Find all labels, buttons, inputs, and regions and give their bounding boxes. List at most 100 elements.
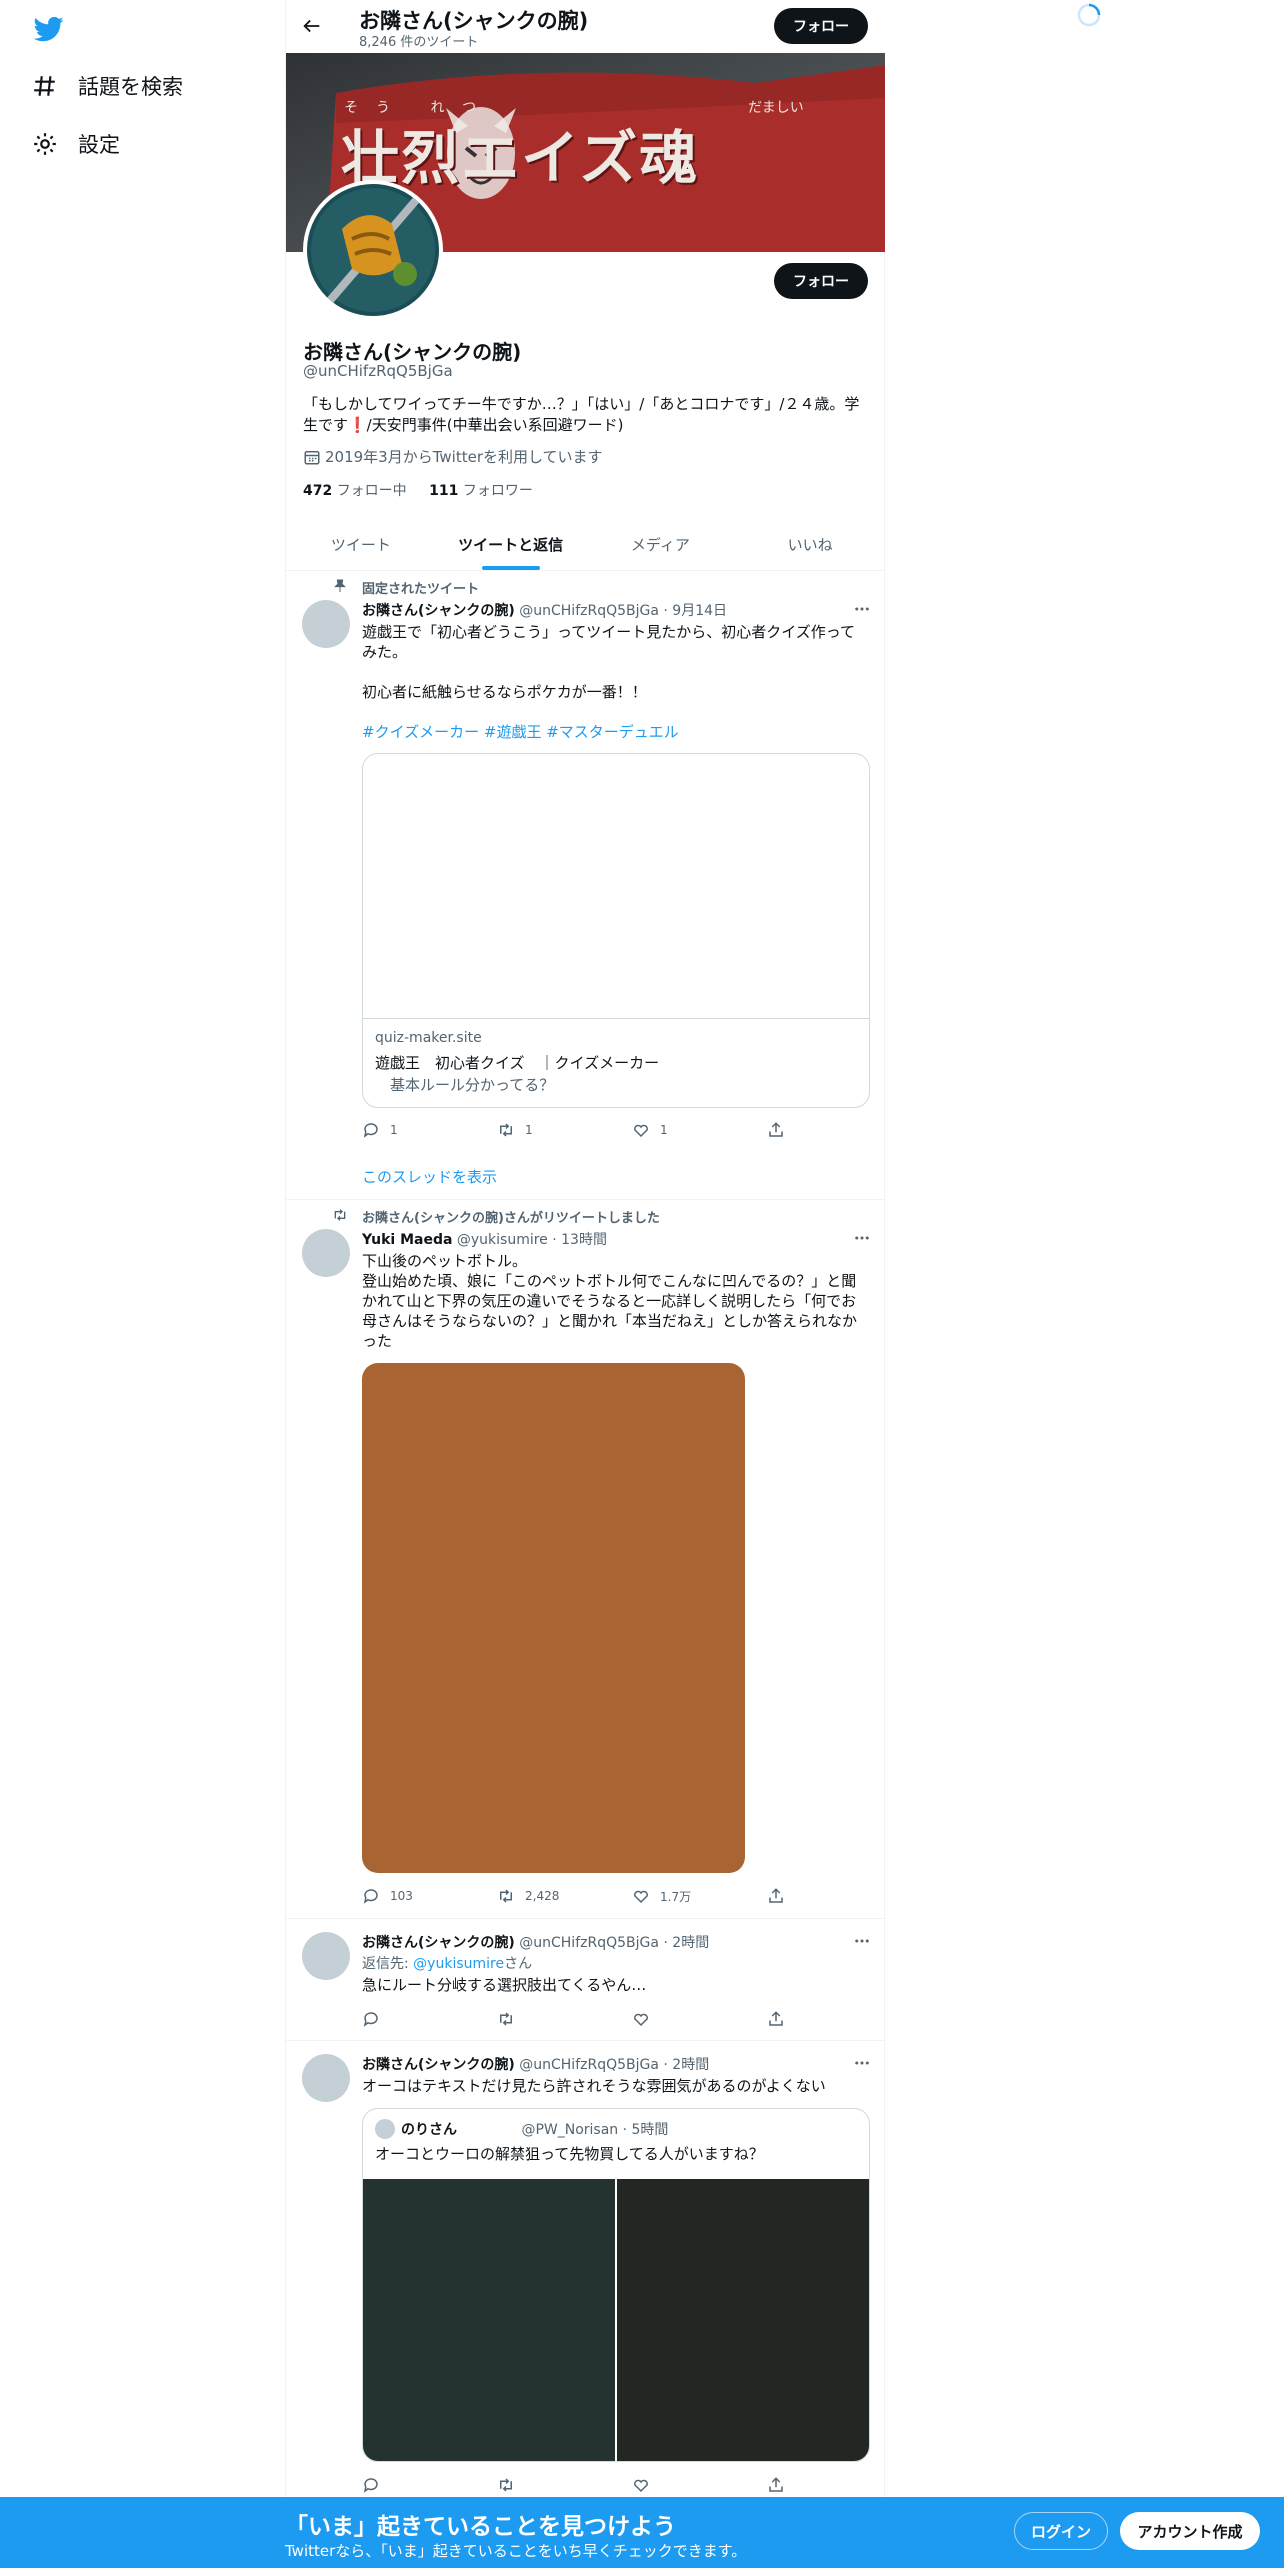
tab-likes[interactable]: いいね [735,518,885,570]
tweet-author-handle[interactable]: @yukisumire [457,1232,548,1248]
retweet-button[interactable] [497,2010,525,2028]
card-description: 基本ルール分かってる？ [375,1076,555,1094]
signup-button[interactable]: アカウント作成 [1120,2512,1260,2550]
tweet-header: お隣さん(シャンクの腕) @unCHifzRqQ5BjGa · 9月14日 [362,600,727,620]
tab-tweets[interactable]: ツイート [286,518,436,570]
quoted-header: のりさん @PW_Norisan · 5時間 [401,2119,668,2139]
tweet-text: 遊戯王で「初心者どうこう」ってツイート見たから、初心者クイズ作ってみた。 [362,623,856,661]
retweet-context[interactable]: お隣さん(シャンクの腕)さんがリツイートしました [362,1207,660,1226]
like-button[interactable] [632,2476,660,2494]
signup-prompt-title: 「いま」起きていることを見つけよう [285,2514,676,2540]
tweet-author-handle[interactable]: @unCHifzRqQ5BjGa [519,2057,659,2073]
tweet-author-name[interactable]: お隣さん(シャンクの腕) [362,1935,515,1951]
retweet-button[interactable]: 1 [497,1121,533,1139]
more-options-icon[interactable] [853,1932,871,1950]
tweet-time[interactable]: · 2時間 [663,1935,709,1951]
quoted-text: オーコとウーロの解禁狙って先物買してる人がいますね？ [375,2145,764,2163]
tweet-time[interactable]: · 2時間 [663,2057,709,2073]
header-follow-button[interactable]: フォロー [774,8,868,44]
share-button[interactable] [767,2010,795,2028]
tweet-pinned[interactable]: 固定されたツイート お隣さん(シャンクの腕) @unCHifzRqQ5BjGa … [286,572,885,1200]
profile-header-bar: お隣さん(シャンクの腕) 8,246 件のツイート フォロー [286,0,885,53]
tweet-header: お隣さん(シャンクの腕) @unCHifzRqQ5BjGa · 2時間 [362,1932,709,1952]
reply-button[interactable] [362,2476,390,2494]
reply-icon [363,1123,378,1138]
retweet-icon [500,1889,512,1903]
share-icon [769,2477,783,2492]
tweet-time[interactable]: · 13時間 [552,1232,607,1248]
tweet-author-name[interactable]: お隣さん(シャンクの腕) [362,2057,515,2073]
retweet-button[interactable]: 2,428 [497,1887,559,1905]
more-options-icon[interactable] [853,2054,871,2072]
twitter-logo-icon[interactable] [32,14,66,44]
like-button[interactable] [632,2010,660,2028]
tweet-time[interactable]: · 9月14日 [663,603,727,619]
loading-spinner-icon [1077,3,1101,27]
followers-label: フォロワー [462,483,533,499]
tweet-reply[interactable]: お隣さん(シャンクの腕) @unCHifzRqQ5BjGa · 2時間 返信先:… [286,1920,885,2041]
reply-icon [363,1889,378,1904]
tweet-author-handle[interactable]: @unCHifzRqQ5BjGa [519,1935,659,1951]
avatar[interactable] [302,2054,350,2102]
more-options-icon[interactable] [853,1229,871,1247]
sidebar-item-explore[interactable]: 話題を検索 [32,64,183,108]
quoted-tweet[interactable]: のりさん @PW_Norisan · 5時間 オーコとウーロの解禁狙って先物買し… [362,2108,870,2462]
following-count: 472 [303,483,333,499]
sidebar-item-settings[interactable]: 設定 [32,122,120,166]
avatar [375,2119,395,2139]
heart-icon [634,2013,648,2027]
share-icon [769,2011,783,2026]
like-button[interactable]: 1 [632,1121,668,1139]
reply-button[interactable] [362,2010,390,2028]
signup-prompt-bar: 「いま」起きていることを見つけよう Twitterなら、「いま」起きていることを… [0,2497,1284,2568]
tweet-author-name[interactable]: お隣さん(シャンクの腕) [362,603,515,619]
following-label: フォロー中 [336,483,407,499]
quoted-photo-1[interactable] [363,2179,615,2461]
profile-stats: 472 フォロー中 111 フォロワー [303,480,533,500]
sidebar-item-label: 設定 [78,133,120,157]
tab-media[interactable]: メディア [586,518,736,570]
following-link[interactable]: 472 フォロー中 [303,483,407,499]
heart-icon [634,2479,648,2493]
like-count: 1 [660,1123,668,1137]
link-card[interactable]: quiz-maker.site 遊戯王 初心者クイズ ｜クイズメーカー 基本ルー… [362,753,870,1108]
avatar[interactable] [302,600,350,648]
profile-follow-button[interactable]: フォロー [774,263,868,299]
tab-tweets-and-replies[interactable]: ツイートと返信 [436,518,586,570]
retweet-button[interactable] [497,2476,525,2494]
quoted-photo-2[interactable] [617,2179,869,2461]
retweet-icon [334,1209,346,1221]
tweet-photo[interactable] [362,1363,745,1873]
followers-link[interactable]: 111 フォロワー [429,483,533,499]
share-button[interactable] [767,1121,795,1139]
tweet-actions [362,2476,783,2496]
login-button[interactable]: ログイン [1014,2512,1108,2550]
retweet-icon [500,1123,512,1137]
reply-button[interactable]: 103 [362,1887,413,1905]
quoted-author-handle: @PW_Norisan [521,2122,619,2138]
reply-count: 1 [390,1123,398,1137]
calendar-icon [304,450,320,464]
tweet-author-handle[interactable]: @unCHifzRqQ5BjGa [519,603,659,619]
back-arrow-icon[interactable] [301,15,323,37]
avatar[interactable] [302,1932,350,1980]
tweet-hashtags[interactable]: #クイズメーカー #遊戯王 #マスターデュエル [362,722,870,742]
joined-text: 2019年3月からTwitterを利用しています [325,448,603,466]
reply-suffix: さん [504,1956,533,1972]
reply-to-line: 返信先: @yukisumireさん [362,1954,870,1974]
tweet-quote[interactable]: お隣さん(シャンクの腕) @unCHifzRqQ5BjGa · 2時間 オーコは… [286,2042,885,2497]
more-options-icon[interactable] [853,600,871,618]
like-button[interactable]: 1.7万 [632,1887,691,1905]
retweet-icon [500,2012,512,2026]
profile-avatar[interactable] [303,180,443,320]
tweet-retweeted[interactable]: お隣さん(シャンクの腕)さんがリツイートしました Yuki Maeda @yuk… [286,1201,885,1919]
tweet-actions [362,2010,783,2030]
show-thread-link[interactable]: このスレッドを表示 [362,1166,497,1187]
share-button[interactable] [767,1887,795,1905]
reply-to-handle[interactable]: @yukisumire [413,1956,504,1972]
tweet-author-name[interactable]: Yuki Maeda [362,1232,452,1248]
reply-button[interactable]: 1 [362,1121,398,1139]
share-button[interactable] [767,2476,795,2494]
avatar[interactable] [302,1229,350,1277]
reply-count: 103 [390,1889,413,1903]
